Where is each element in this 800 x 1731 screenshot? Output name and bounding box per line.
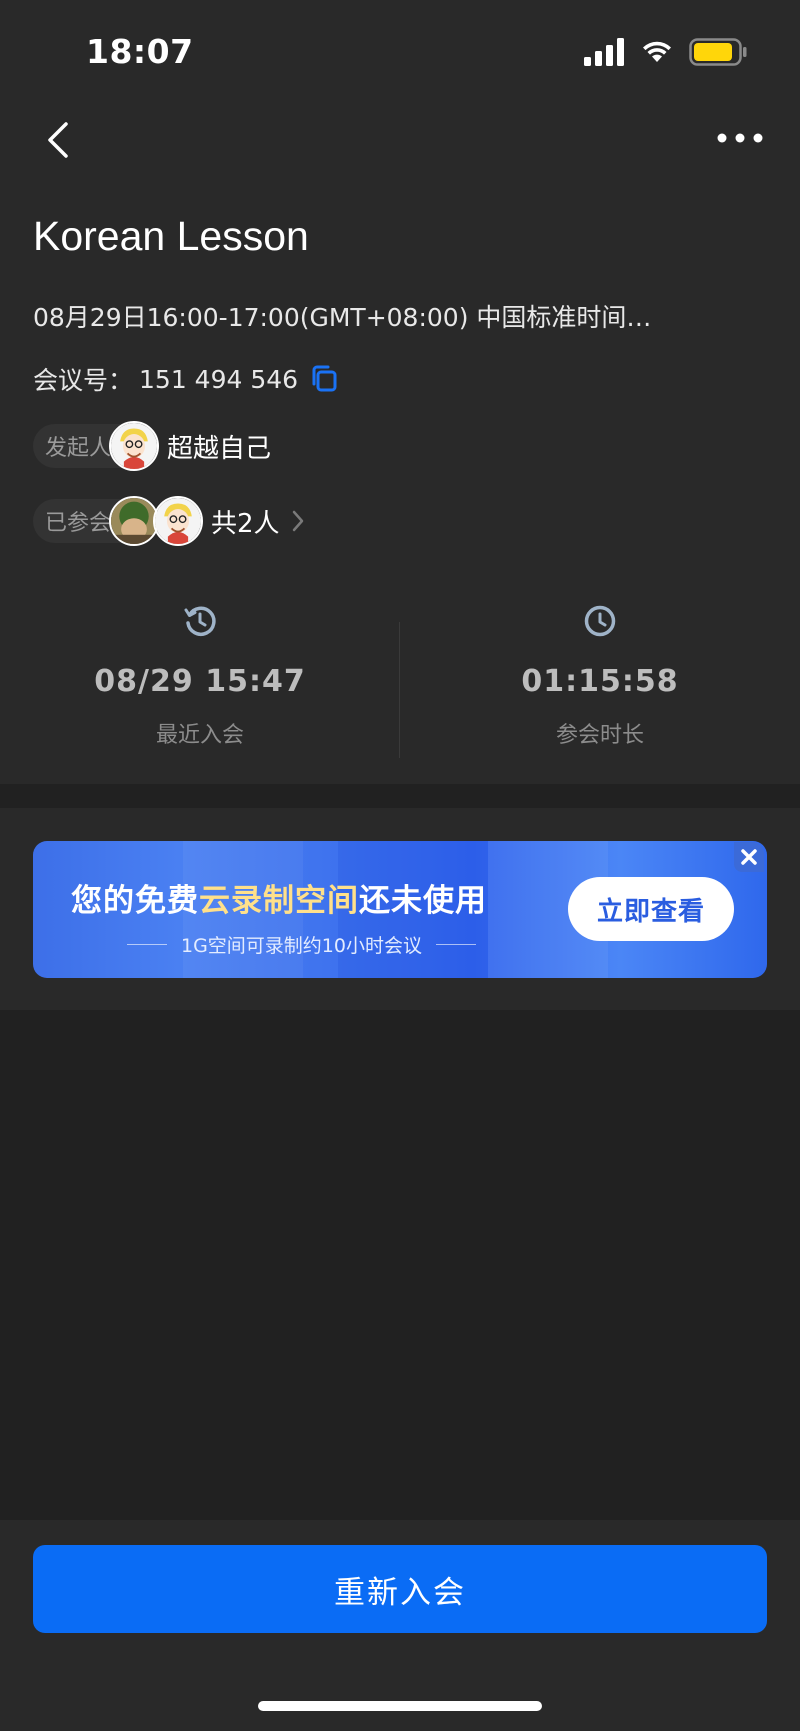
participants-row[interactable]: 已参会 共2人 [33, 496, 306, 546]
divider [127, 944, 167, 945]
meeting-detail-header: 18:07 Korean Lesson 08月29日16:00-17:00(GM… [0, 0, 800, 784]
last-join-label: 最近入会 [155, 723, 244, 748]
battery-icon [689, 38, 747, 66]
banner-subtitle: 1G空间可录制约10小时会议 [113, 931, 490, 958]
wifi-icon [643, 41, 671, 62]
copy-icon[interactable] [310, 364, 340, 394]
organizer-row: 发起人 超越自己 [33, 421, 272, 471]
banner-title-pre: 您的免费 [71, 883, 199, 919]
status-bar: 18:07 [0, 0, 800, 100]
meeting-number: 151 494 546 [139, 364, 299, 394]
meeting-number-row: 会议号： 151 494 546 [33, 361, 340, 397]
view-now-button[interactable]: 立即查看 [568, 877, 734, 941]
more-dots-icon[interactable] [716, 130, 764, 146]
promo-section: 您的免费云录制空间还未使用 1G空间可录制约10小时会议 立即查看 [0, 808, 800, 1010]
signal-icon [584, 38, 624, 66]
bottom-action-bar: 重新入会 [0, 1520, 800, 1731]
banner-title: 您的免费云录制空间还未使用 [71, 875, 487, 920]
duration-stat: 01:15:58 参会时长 [400, 604, 800, 749]
divider [436, 944, 476, 945]
participant-avatar [153, 496, 204, 546]
organizer-avatar [109, 421, 160, 471]
history-clock-icon [184, 606, 216, 636]
status-time: 18:07 [86, 32, 194, 71]
cloud-recording-banner[interactable]: 您的免费云录制空间还未使用 1G空间可录制约10小时会议 立即查看 [33, 841, 767, 978]
meeting-number-label: 会议号： [33, 366, 134, 395]
chevron-left-icon[interactable] [42, 118, 74, 162]
meeting-stats: 08/29 15:47 最近入会 01:15:58 参会时长 [0, 604, 800, 758]
last-join-value: 08/29 15:47 [94, 664, 306, 699]
banner-subtitle-text: 1G空间可录制约10小时会议 [181, 935, 422, 957]
clock-icon [584, 605, 616, 637]
meeting-title: Korean Lesson [33, 213, 309, 259]
last-join-stat: 08/29 15:47 最近入会 [0, 604, 400, 749]
participants-count: 共2人 [211, 508, 280, 539]
duration-value: 01:15:58 [521, 664, 679, 699]
participant-avatar [109, 496, 160, 546]
duration-label: 参会时长 [555, 723, 644, 748]
close-icon[interactable] [734, 842, 764, 872]
rejoin-meeting-button[interactable]: 重新入会 [33, 1545, 767, 1633]
banner-title-highlight: 云录制空间 [199, 883, 359, 919]
meeting-time: 08月29日16:00-17:00(GMT+08:00) 中国标准时间… [33, 303, 652, 332]
home-indicator [258, 1701, 542, 1711]
organizer-name: 超越自己 [167, 433, 272, 464]
banner-title-post: 还未使用 [359, 883, 487, 919]
chevron-right-icon [292, 510, 303, 532]
